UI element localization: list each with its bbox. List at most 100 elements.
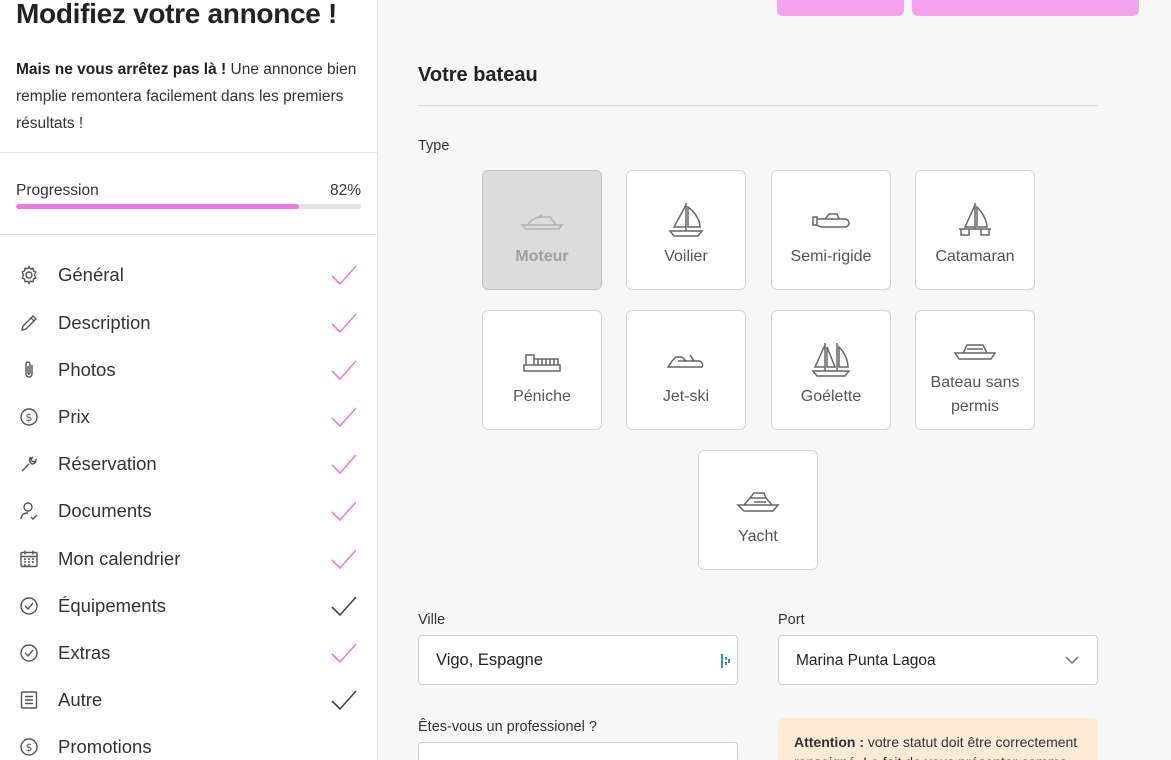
- boat-type-label: Bateau sans permis: [930, 374, 1020, 415]
- sidebar-item-equipements[interactable]: Équipements: [0, 584, 377, 628]
- boat-type-label: Péniche: [513, 388, 571, 405]
- pro-question-label: Êtes-vous un professionel ?: [418, 719, 597, 735]
- port-value: Marina Punta Lagoa: [796, 652, 936, 669]
- pencil-icon: [18, 312, 40, 334]
- jetski-icon: [666, 354, 704, 368]
- yacht-icon: [736, 492, 780, 512]
- city-value: Vigo, Espagne: [436, 651, 544, 669]
- sidebar-item-autre[interactable]: Autre: [0, 678, 377, 722]
- list-icon: [18, 689, 40, 711]
- city-label: Ville: [418, 612, 446, 628]
- progress-value: 82%: [329, 182, 361, 199]
- paperclip-icon: [18, 359, 40, 381]
- pro-select[interactable]: [418, 742, 738, 760]
- check-icon: [331, 690, 357, 711]
- sidebar-item-label: Documents: [58, 500, 152, 521]
- page-title: Modifiez votre annonce !: [16, 0, 338, 29]
- sidebar: Modifiez votre annonce ! Mais ne vous ar…: [0, 0, 378, 760]
- check-icon: [331, 596, 357, 617]
- schooner-icon: [811, 343, 851, 377]
- status-alert: Attention : votre statut doit être corre…: [778, 718, 1098, 760]
- check-icon: [331, 549, 357, 570]
- divider: [0, 152, 377, 153]
- sidebar-item-documents[interactable]: Documents: [0, 489, 377, 533]
- boat-type-semi-rigide[interactable]: Semi-rigide: [771, 170, 891, 290]
- divider: [418, 105, 1098, 106]
- progress-label: Progression: [16, 182, 99, 199]
- svg-text:$: $: [26, 741, 33, 754]
- boat-type-label: Voilier: [664, 248, 708, 265]
- sidebar-item-prix[interactable]: $ Prix: [0, 395, 377, 439]
- sidebar-item-label: Promotions: [58, 736, 152, 757]
- boat-type-label: Semi-rigide: [790, 248, 872, 265]
- boat-type-bateau-sans-permis[interactable]: Bateau sans permis: [915, 310, 1035, 430]
- sidebar-item-label: Général: [58, 264, 124, 285]
- progress-fill: [16, 204, 299, 209]
- sidebar-item-description[interactable]: Description: [0, 301, 377, 345]
- sidebar-item-label: Extras: [58, 642, 111, 663]
- barge-icon: [523, 354, 561, 372]
- sidebar-item-promotions[interactable]: $ Promotions: [0, 725, 377, 760]
- check-icon: [331, 265, 357, 286]
- check-icon: [331, 313, 357, 334]
- alert-bold: Attention :: [794, 734, 864, 750]
- sidebar-item-calendrier[interactable]: Mon calendrier: [0, 537, 377, 581]
- sidebar-item-photos[interactable]: Photos: [0, 348, 377, 392]
- svg-text:$: $: [26, 411, 33, 424]
- progress-bar: [16, 204, 361, 209]
- sidebar-item-label: Photos: [58, 359, 116, 380]
- boat-type-goelette[interactable]: Goélette: [771, 310, 891, 430]
- sidebar-item-label: Équipements: [58, 595, 166, 616]
- motorboat-icon: [520, 214, 564, 230]
- boat-type-label: Yacht: [738, 528, 778, 545]
- port-label: Port: [778, 612, 805, 628]
- sailboat-icon: [668, 203, 704, 237]
- dollar-circle-icon: $: [18, 406, 40, 428]
- boat-type-label: Catamaran: [935, 248, 1015, 265]
- sidebar-item-label: Mon calendrier: [58, 548, 181, 569]
- autofill-icon: [721, 654, 730, 668]
- check-icon: [331, 407, 357, 428]
- check-circle-icon: [18, 642, 40, 664]
- type-label: Type: [418, 138, 450, 154]
- boat-type-yacht[interactable]: Yacht: [698, 450, 818, 570]
- check-icon: [331, 360, 357, 381]
- sidebar-item-label: Autre: [58, 689, 103, 710]
- dollar-circle-icon: $: [18, 736, 40, 758]
- boat-type-voilier[interactable]: Voilier: [626, 170, 746, 290]
- sidebar-item-label: Réservation: [58, 453, 157, 474]
- wrench-icon: [18, 453, 40, 475]
- divider: [0, 234, 377, 235]
- boat-type-label: Moteur: [515, 248, 569, 265]
- catamaran-icon: [959, 203, 991, 236]
- boat-type-moteur[interactable]: Moteur: [482, 170, 602, 290]
- check-circle-icon: [18, 595, 40, 617]
- city-input[interactable]: Vigo, Espagne: [418, 635, 738, 685]
- chevron-down-icon: [1065, 656, 1079, 664]
- small-boat-icon: [953, 344, 997, 360]
- gear-icon: [18, 264, 40, 286]
- rib-icon: [812, 213, 850, 228]
- top-button-right[interactable]: [912, 0, 1139, 16]
- user-check-icon: [18, 500, 40, 522]
- boat-type-catamaran[interactable]: Catamaran: [915, 170, 1035, 290]
- sidebar-item-reservation[interactable]: Réservation: [0, 442, 377, 486]
- sidebar-intro: Mais ne vous arrêtez pas là ! Une annonc…: [16, 56, 366, 137]
- boat-type-jet-ski[interactable]: Jet-ski: [626, 310, 746, 430]
- calendar-icon: [18, 548, 40, 570]
- port-select[interactable]: Marina Punta Lagoa: [778, 635, 1098, 685]
- section-title: Votre bateau: [418, 64, 538, 86]
- boat-type-peniche[interactable]: Péniche: [482, 310, 602, 430]
- sidebar-item-extras[interactable]: Extras: [0, 631, 377, 675]
- check-icon: [331, 454, 357, 475]
- sidebar-item-label: Description: [58, 312, 151, 333]
- intro-bold: Mais ne vous arrêtez pas là !: [16, 61, 227, 78]
- sidebar-item-label: Prix: [58, 406, 90, 427]
- top-button-left[interactable]: [777, 0, 904, 16]
- alert-text: Attention : votre statut doit être corre…: [794, 732, 1084, 760]
- check-icon: [331, 501, 357, 522]
- sidebar-item-general[interactable]: Général: [0, 253, 377, 297]
- check-icon: [331, 643, 357, 664]
- boat-type-label: Jet-ski: [662, 388, 710, 405]
- boat-type-label: Goélette: [800, 388, 862, 405]
